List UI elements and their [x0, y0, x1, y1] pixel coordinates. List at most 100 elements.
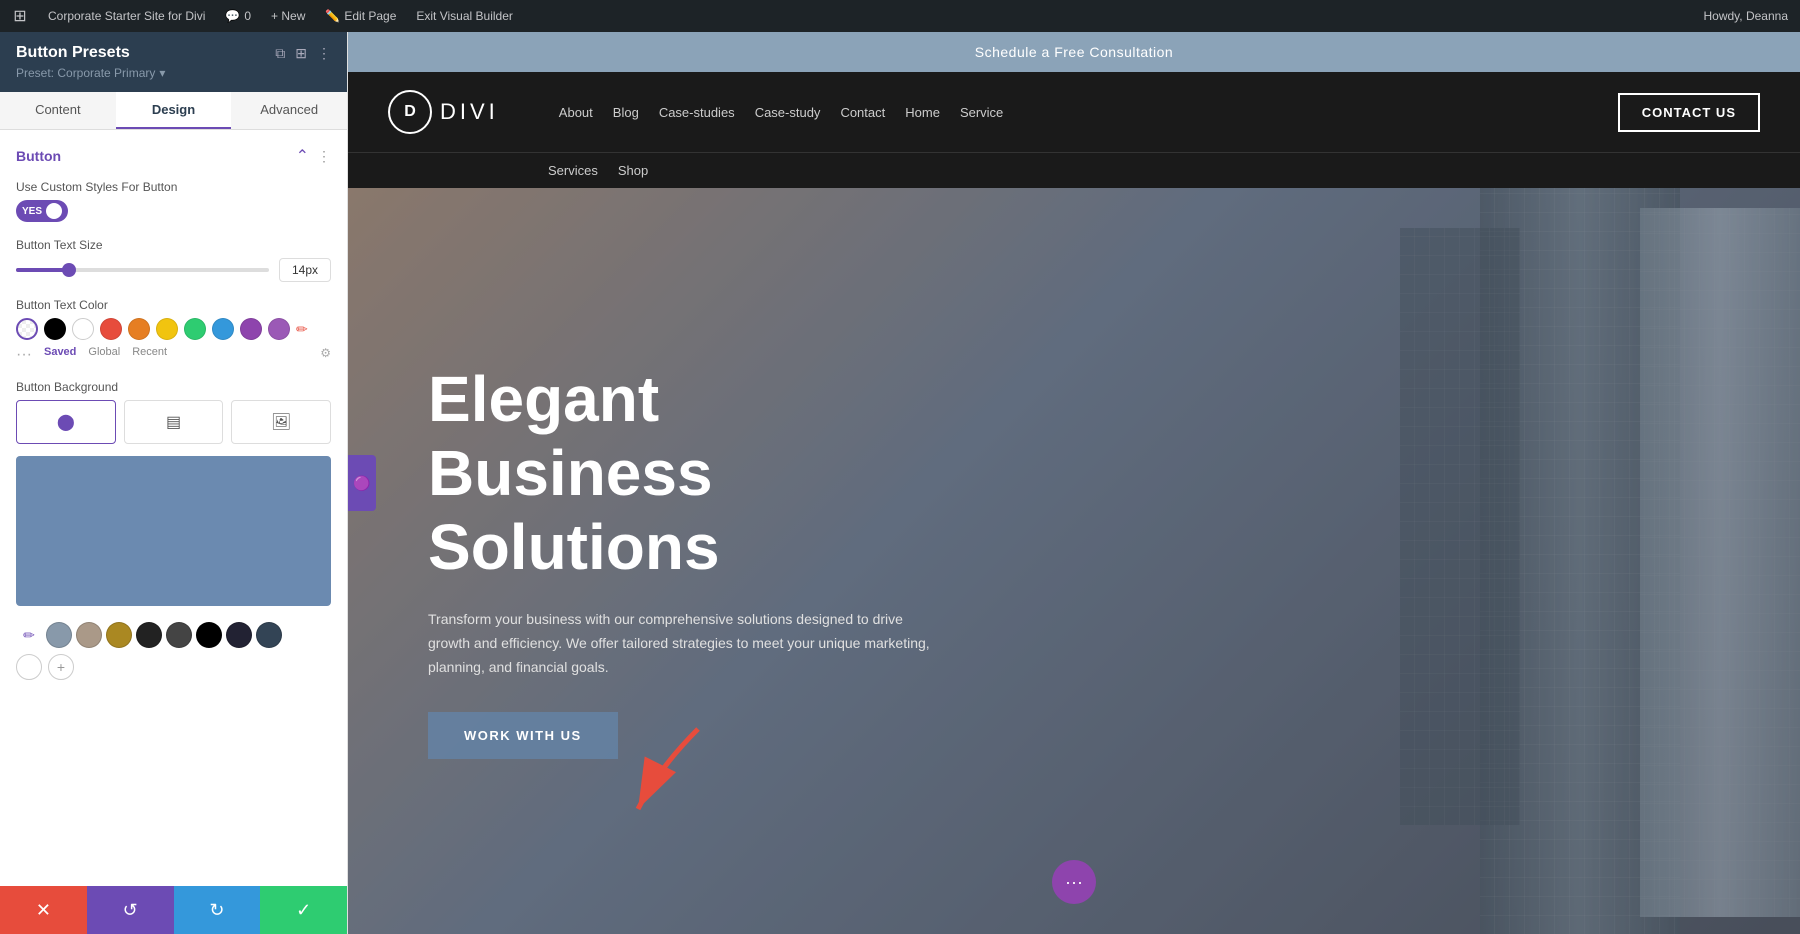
bg-image-icon: 🖼: [271, 412, 291, 432]
tab-design[interactable]: Design: [116, 92, 232, 129]
color-swatch-green[interactable]: [184, 318, 206, 340]
redo-button[interactable]: ↻: [174, 886, 261, 934]
nav-service[interactable]: Service: [960, 105, 1003, 120]
panel-subtitle: Preset: Corporate Primary ▾: [16, 66, 331, 80]
hero-cta-button[interactable]: WORK WITH US: [428, 712, 618, 759]
slider-value-input[interactable]: [279, 258, 331, 282]
color-swatch-white[interactable]: [72, 318, 94, 340]
nav-contact[interactable]: Contact: [840, 105, 885, 120]
consultation-bar: Schedule a Free Consultation: [348, 32, 1800, 72]
nav-case-study[interactable]: Case-study: [755, 105, 821, 120]
bg-option-color[interactable]: ⬤: [16, 400, 116, 444]
bottom-swatch-5[interactable]: [166, 622, 192, 648]
admin-bar-right: Howdy, Deanna: [1700, 9, 1793, 23]
nav-links: About Blog Case-studies Case-study Conta…: [559, 105, 1618, 120]
color-swatch-purple[interactable]: [240, 318, 262, 340]
color-swatch-black[interactable]: [44, 318, 66, 340]
nav-case-studies[interactable]: Case-studies: [659, 105, 735, 120]
color-tabs: ··· Saved Global Recent ⚙: [16, 346, 331, 364]
section-title: Button: [16, 148, 61, 164]
grid-icon[interactable]: ⊞: [295, 45, 307, 62]
more-icon[interactable]: ⋮: [317, 45, 331, 62]
divi-panel-toggle[interactable]: 🟣: [348, 455, 376, 511]
color-dots-icon[interactable]: ···: [16, 346, 32, 364]
hero-title: Elegant Business Solutions: [428, 363, 948, 584]
admin-howdy[interactable]: Howdy, Deanna: [1700, 9, 1793, 23]
panel-header: Button Presets ⧉ ⊞ ⋮ Preset: Corporate P…: [0, 32, 347, 92]
color-swatch-blue[interactable]: [212, 318, 234, 340]
admin-new[interactable]: + New: [267, 9, 309, 23]
save-button[interactable]: ✓: [260, 886, 347, 934]
nav-shop[interactable]: Shop: [618, 163, 648, 178]
chevron-down-icon[interactable]: ▾: [159, 66, 165, 80]
bottom-swatch-6[interactable]: [196, 622, 222, 648]
bottom-swatch-1[interactable]: [46, 622, 72, 648]
logo-circle: D: [388, 90, 432, 134]
nav-services[interactable]: Services: [548, 163, 598, 178]
pencil-bottom-icon[interactable]: ✏: [16, 622, 42, 648]
wp-logo-icon[interactable]: ⊞: [8, 4, 32, 28]
section-controls: ⌃ ⋮: [296, 146, 331, 166]
bottom-swatches: ✏: [16, 622, 331, 648]
tab-content[interactable]: Content: [0, 92, 116, 129]
text-color-label: Button Text Color: [16, 298, 331, 312]
hero-subtitle: Transform your business with our compreh…: [428, 608, 948, 679]
color-swatch-yellow[interactable]: [156, 318, 178, 340]
color-tab-global[interactable]: Global: [88, 346, 120, 364]
bottom-swatch-3[interactable]: [106, 622, 132, 648]
empty-swatch: [16, 654, 42, 680]
bottom-swatch-4[interactable]: [136, 622, 162, 648]
nav-blog[interactable]: Blog: [613, 105, 639, 120]
bottom-swatch-8[interactable]: [256, 622, 282, 648]
nav-home[interactable]: Home: [905, 105, 940, 120]
button-bg-label: Button Background: [16, 380, 331, 394]
panel-tabs: Content Design Advanced: [0, 92, 347, 130]
bottom-swatch-2[interactable]: [76, 622, 102, 648]
bottom-swatch-7[interactable]: [226, 622, 252, 648]
bg-option-image[interactable]: 🖼: [231, 400, 331, 444]
color-swatch-light-purple[interactable]: [268, 318, 290, 340]
toggle-yes-label: YES: [22, 206, 42, 217]
cancel-button[interactable]: ✕: [0, 886, 87, 934]
color-tab-saved[interactable]: Saved: [44, 346, 76, 364]
section-collapse-icon[interactable]: ⌃: [296, 146, 309, 166]
color-pencil-icon[interactable]: ✏: [296, 321, 308, 338]
admin-exit-builder[interactable]: Exit Visual Builder: [412, 9, 517, 23]
undo-button[interactable]: ↺: [87, 886, 174, 934]
admin-bar: ⊞ Corporate Starter Site for Divi 💬 0 + …: [0, 0, 1800, 32]
copy-icon[interactable]: ⧉: [275, 45, 285, 62]
admin-comments[interactable]: 💬 0: [221, 9, 255, 23]
color-swatch-transparent[interactable]: [16, 318, 38, 340]
color-tab-recent[interactable]: Recent: [132, 346, 167, 364]
section-more-icon[interactable]: ⋮: [317, 148, 331, 165]
cancel-icon: ✕: [36, 900, 51, 921]
custom-styles-toggle[interactable]: YES: [16, 200, 68, 222]
color-swatch-red[interactable]: [100, 318, 122, 340]
bottom-action-bar: ✕ ↺ ↻ ✓: [0, 886, 347, 934]
hero-content: Elegant Business Solutions Transform you…: [348, 303, 1028, 818]
slider-track: [16, 268, 269, 272]
admin-edit-page[interactable]: ✏️ Edit Page: [321, 9, 400, 23]
slider-fill: [16, 268, 67, 272]
toggle-container: YES: [16, 200, 331, 222]
color-gear-icon[interactable]: ⚙: [320, 346, 331, 364]
text-size-label: Button Text Size: [16, 238, 331, 252]
nav-contact-button[interactable]: CONTACT US: [1618, 93, 1760, 132]
slider-thumb[interactable]: [62, 263, 76, 277]
logo-text: DIVI: [440, 99, 499, 125]
comments-icon: 💬: [225, 9, 240, 23]
admin-site-name[interactable]: Corporate Starter Site for Divi: [44, 9, 209, 23]
bg-option-gradient[interactable]: ▤: [124, 400, 224, 444]
add-swatch-btn[interactable]: +: [48, 654, 74, 680]
site-logo: D DIVI: [388, 90, 499, 134]
color-swatch-orange[interactable]: [128, 318, 150, 340]
color-swatches: ✏: [16, 318, 331, 340]
nav-about[interactable]: About: [559, 105, 593, 120]
custom-styles-row: Use Custom Styles For Button YES: [16, 180, 331, 222]
floating-menu-button[interactable]: ···: [1052, 860, 1096, 904]
pencil-icon: ✏️: [325, 9, 340, 23]
toggle-knob: [46, 203, 62, 219]
tab-advanced[interactable]: Advanced: [231, 92, 347, 129]
hero-section: Elegant Business Solutions Transform you…: [348, 188, 1800, 934]
color-preview: [16, 456, 331, 606]
